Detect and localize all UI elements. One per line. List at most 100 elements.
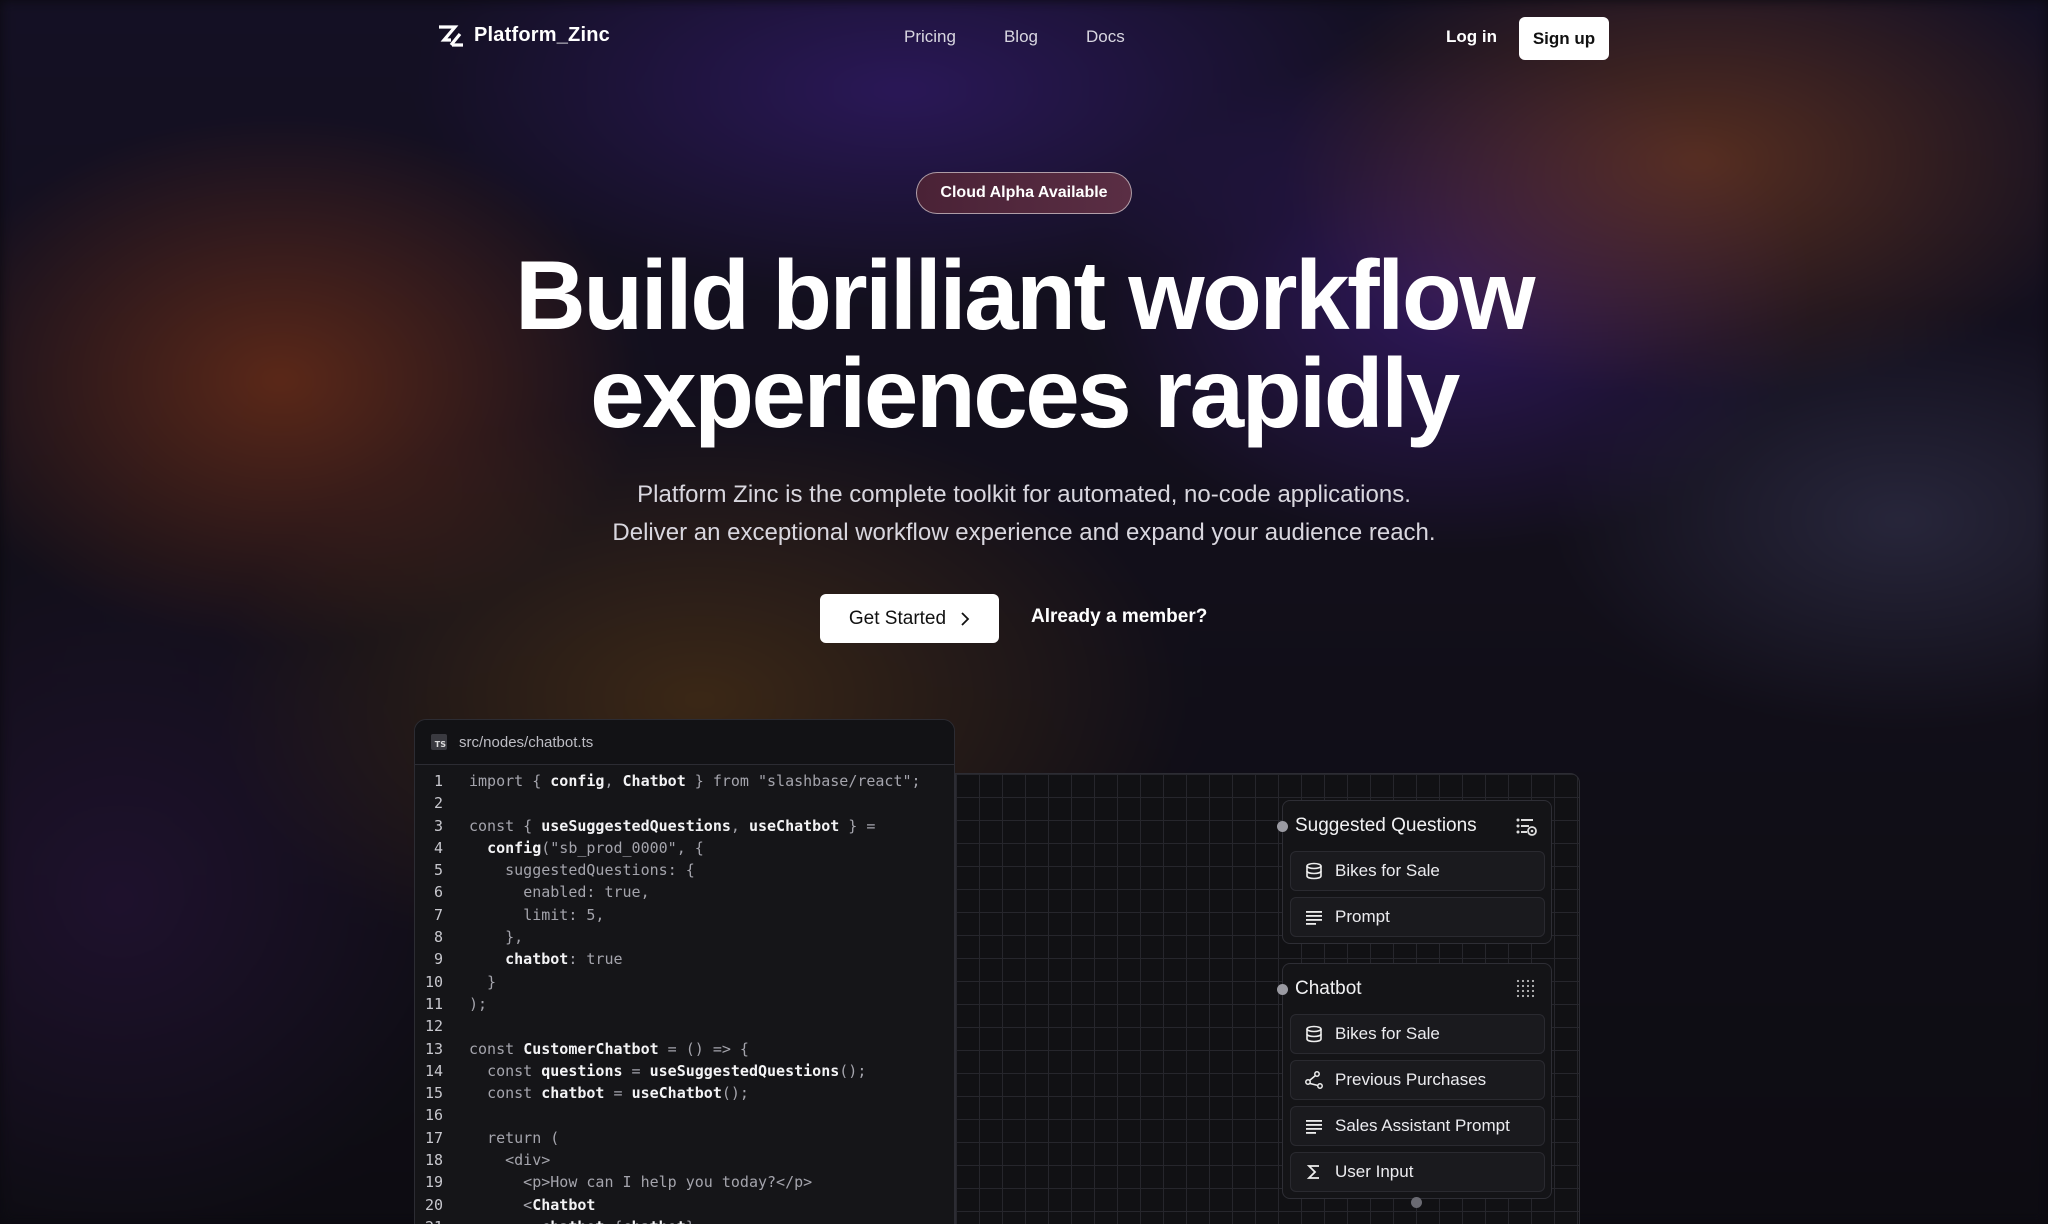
- line-content: <div>: [469, 1151, 551, 1170]
- line-content: <p>How can I help you today?</p>: [469, 1173, 813, 1192]
- code-line: 21 chatbot={chatbot}: [415, 1216, 954, 1224]
- already-member-link[interactable]: Already a member?: [1031, 606, 1207, 628]
- hero-subtext: Platform Zinc is the complete toolkit fo…: [0, 476, 2048, 552]
- nav-link-pricing[interactable]: Pricing: [904, 27, 956, 47]
- announcement-badge[interactable]: Cloud Alpha Available: [916, 172, 1132, 214]
- code-editor-panel: TS src/nodes/chatbot.ts 1 import { config…: [414, 719, 955, 1224]
- node-item-sales-assistant-prompt[interactable]: Sales Assistant Prompt: [1290, 1106, 1545, 1146]
- line-content: }: [469, 972, 497, 991]
- node-item-label: Sales Assistant Prompt: [1335, 1116, 1510, 1135]
- line-number: 20: [424, 1195, 443, 1214]
- line-number: 18: [424, 1151, 443, 1170]
- node-chatbot[interactable]: Chatbot Bikes for Sale Previous Purchase…: [1277, 963, 1552, 1199]
- get-started-button[interactable]: Get Started: [820, 594, 999, 643]
- database-icon: [1306, 862, 1322, 880]
- node-item-label: Bikes for Sale: [1335, 861, 1440, 880]
- code-body: 1 import { config, Chatbot } from "slashb…: [415, 765, 954, 1224]
- line-content: chatbot: true: [505, 950, 623, 969]
- code-line: 19 <p>How can I help you today?</p>: [415, 1171, 954, 1193]
- signup-button[interactable]: Sign up: [1519, 17, 1609, 60]
- code-line: 9 chatbot: true: [415, 948, 954, 970]
- line-content: [443, 792, 469, 814]
- code-line: 2: [415, 792, 954, 814]
- code-line: 14 const questions = useSuggestedQuestio…: [415, 1060, 954, 1082]
- node-input-port[interactable]: [1277, 984, 1288, 995]
- line-number: 10: [424, 972, 443, 991]
- line-content: const CustomerChatbot = () => {: [469, 1039, 749, 1058]
- line-number: 5: [433, 861, 443, 880]
- hero-headline: Build brilliant workflow experiences rap…: [0, 246, 2048, 442]
- node-item-label: User Input: [1335, 1162, 1414, 1181]
- code-line: 20 <Chatbot: [415, 1194, 954, 1216]
- code-line: 8 },: [415, 926, 954, 948]
- node-item-prompt[interactable]: Prompt: [1290, 897, 1545, 937]
- line-number: 8: [433, 928, 443, 947]
- line-content: import { config, Chatbot } from "slashba…: [469, 772, 921, 790]
- line-content: enabled: true,: [523, 883, 650, 902]
- node-item-user-input[interactable]: User Input: [1290, 1152, 1545, 1192]
- node-header: Suggested Questions: [1283, 801, 1551, 851]
- nav-link-docs[interactable]: Docs: [1086, 27, 1125, 47]
- line-content: suggestedQuestions: {: [505, 861, 695, 880]
- top-nav: Platform_Zinc Pricing Blog Docs Log in S…: [0, 0, 2048, 78]
- line-number: 6: [433, 883, 443, 902]
- line-content: },: [469, 928, 524, 947]
- headline-line-2: experiences rapidly: [590, 338, 1460, 448]
- headline-line-1: Build brilliant workflow: [515, 240, 1536, 350]
- code-line: 3 const { useSuggestedQuestions, useChatb…: [415, 815, 954, 837]
- line-number: 9: [433, 950, 443, 969]
- code-line: 15 const chatbot = useChatbot();: [415, 1082, 954, 1104]
- node-item-bikes-for-sale[interactable]: Bikes for Sale: [1290, 851, 1545, 891]
- code-line: 1 import { config, Chatbot } from "slashb…: [415, 770, 954, 792]
- line-number: 2: [433, 794, 443, 813]
- nav-links: Pricing Blog Docs: [904, 27, 1125, 47]
- line-number: 1: [433, 772, 443, 790]
- line-content: config("sb_prod_0000", {: [487, 838, 704, 857]
- line-number: 7: [433, 905, 443, 924]
- node-title: Chatbot: [1295, 978, 1362, 999]
- nav-link-blog[interactable]: Blog: [1004, 27, 1038, 47]
- database-icon: [1306, 1025, 1322, 1043]
- code-line: 16: [415, 1104, 954, 1126]
- line-content: );: [469, 994, 488, 1013]
- line-number: 13: [424, 1039, 443, 1058]
- node-input-port[interactable]: [1277, 821, 1288, 832]
- code-line: 18 <div>: [415, 1149, 954, 1171]
- line-number: 14: [424, 1061, 443, 1080]
- line-content: limit: 5,: [523, 905, 605, 924]
- line-number: 4: [433, 838, 443, 857]
- node-item-label: Bikes for Sale: [1335, 1024, 1440, 1043]
- line-number: 16: [424, 1106, 443, 1125]
- code-line: 5 suggestedQuestions: {: [415, 859, 954, 881]
- line-content: const questions = useSuggestedQuestions(…: [487, 1061, 867, 1080]
- line-content: chatbot={chatbot}: [443, 1216, 695, 1224]
- typescript-file-icon: TS: [431, 734, 447, 750]
- node-suggested-questions[interactable]: Suggested Questions Bikes for Sale Promp…: [1277, 800, 1552, 944]
- text-lines-icon: [1306, 911, 1322, 925]
- line-number: 19: [424, 1173, 443, 1192]
- node-item-bikes-for-sale[interactable]: Bikes for Sale: [1290, 1014, 1545, 1054]
- line-number: 21: [415, 1216, 443, 1224]
- node-output-port[interactable]: [1411, 1197, 1422, 1208]
- code-file-path: src/nodes/chatbot.ts: [459, 733, 594, 751]
- node-item-previous-purchases[interactable]: Previous Purchases: [1290, 1060, 1545, 1100]
- line-number: 3: [433, 816, 443, 835]
- sigma-icon: [1306, 1165, 1319, 1179]
- node-item-label: Previous Purchases: [1335, 1070, 1487, 1089]
- get-started-label: Get Started: [848, 607, 947, 629]
- login-link[interactable]: Log in: [1446, 27, 1497, 47]
- line-content: [443, 1104, 469, 1126]
- list-settings-icon: [1516, 818, 1537, 836]
- line-number: 17: [424, 1128, 443, 1147]
- chevron-right-icon: [961, 611, 970, 626]
- line-content: [443, 1015, 469, 1037]
- line-content: const chatbot = useChatbot();: [487, 1084, 749, 1103]
- code-line: 11);: [415, 993, 954, 1015]
- node-header: Chatbot: [1283, 964, 1551, 1014]
- code-file-tab[interactable]: TS src/nodes/chatbot.ts: [415, 720, 954, 765]
- line-content: const { useSuggestedQuestions, useChatbo…: [469, 816, 876, 835]
- zinc-logo-icon: [439, 24, 463, 47]
- code-line: 4 config("sb_prod_0000", {: [415, 837, 954, 859]
- code-line: 17 return (: [415, 1127, 954, 1149]
- brand-logo[interactable]: Platform_Zinc: [438, 24, 610, 47]
